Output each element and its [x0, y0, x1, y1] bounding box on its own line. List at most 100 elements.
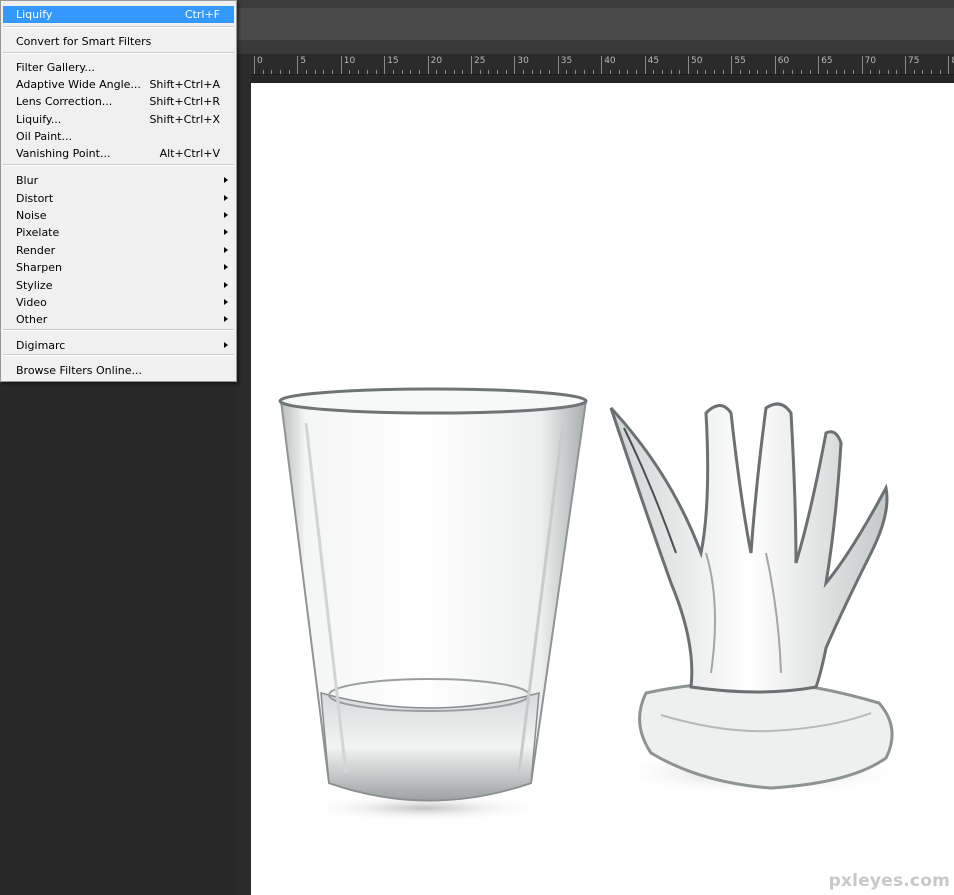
ruler-tick — [818, 56, 820, 74]
menu-separator — [3, 329, 234, 331]
menu-item-sharpen[interactable]: Sharpen — [3, 259, 234, 276]
ruler-tick — [505, 70, 507, 74]
ruler-tick — [913, 70, 915, 74]
menu-item-adaptive-wide-angle[interactable]: Adaptive Wide Angle... Shift+Ctrl+A — [3, 76, 234, 93]
menu-item-liquify[interactable]: Liquify Ctrl+F — [3, 6, 234, 23]
menu-item-blur[interactable]: Blur — [3, 172, 234, 189]
ruler-label: 55 — [734, 56, 746, 66]
ruler-tick — [896, 70, 898, 74]
ruler-tick — [731, 56, 733, 74]
document-canvas[interactable]: pxleyes.com — [251, 83, 954, 895]
ruler-tick — [306, 70, 308, 74]
menu-item-liquify[interactable]: Liquify... Shift+Ctrl+X — [3, 111, 234, 128]
ruler-tick — [288, 70, 290, 74]
ruler-tick — [340, 56, 342, 74]
ruler-tick — [418, 70, 420, 74]
options-bar — [236, 8, 954, 41]
ruler-tick — [271, 70, 273, 74]
menu-item-digimarc[interactable]: Digimarc — [3, 337, 234, 354]
menu-item-convert-for-smart-filters[interactable]: Convert for Smart Filters — [3, 33, 234, 50]
menu-item-label: Stylize — [16, 279, 53, 292]
ruler-label: 30 — [517, 56, 529, 66]
ruler-tick — [740, 70, 742, 74]
ruler-tick — [670, 70, 672, 74]
menu-item-label: Oil Paint... — [16, 130, 72, 143]
menu-item-render[interactable]: Render — [3, 242, 234, 259]
menu-separator — [3, 354, 234, 356]
ruler-tick — [297, 56, 299, 74]
menu-item-label: Video — [16, 296, 47, 309]
ruler-tick — [280, 70, 282, 74]
menu-item-label: Render — [16, 244, 56, 257]
canvas-gutter — [251, 75, 954, 83]
menu-item-label: Noise — [16, 209, 47, 222]
ruler-label: 45 — [647, 56, 660, 66]
ruler-tick — [792, 70, 794, 74]
menu-item-vanishing-point[interactable]: Vanishing Point... Alt+Ctrl+V — [3, 145, 234, 162]
menu-item-oil-paint[interactable]: Oil Paint... — [3, 128, 234, 145]
ruler-tick — [618, 70, 620, 74]
watermark-text: pxleyes.com — [828, 871, 950, 891]
menu-item-label: Blur — [16, 174, 39, 187]
document-tab-strip[interactable] — [236, 40, 954, 54]
horizontal-ruler[interactable]: 0510152025303540455055606570758 — [251, 54, 954, 75]
ruler-tick — [557, 56, 559, 74]
ruler-tick — [748, 70, 750, 74]
ruler-label: 70 — [864, 56, 877, 66]
ruler-tick — [714, 70, 716, 74]
ruler-label: 35 — [560, 56, 573, 66]
ruler-tick — [436, 70, 438, 74]
ruler-tick — [939, 70, 941, 74]
menu-item-other[interactable]: Other — [3, 311, 234, 328]
submenu-arrow-icon — [224, 342, 228, 348]
ruler-tick — [384, 56, 386, 74]
ruler-tick — [609, 70, 611, 74]
ruler-label: 5 — [300, 56, 307, 66]
ruler-tick — [627, 70, 629, 74]
ruler-tick — [601, 56, 603, 74]
menu-item-label: Convert for Smart Filters — [16, 35, 152, 48]
ruler-tick — [861, 56, 863, 74]
ruler-tick — [314, 70, 316, 74]
ruler-tick — [592, 70, 594, 74]
ruler-label: 65 — [821, 56, 833, 66]
menu-item-label: Other — [16, 313, 48, 326]
ruler-tick — [635, 70, 637, 74]
ruler-tick — [835, 70, 837, 74]
ruler-corner — [236, 54, 251, 74]
ruler-tick — [783, 70, 785, 74]
menu-item-shortcut: Shift+Ctrl+R — [149, 95, 220, 108]
ruler-tick — [349, 70, 351, 74]
submenu-arrow-icon — [224, 264, 228, 270]
ruler-tick — [332, 70, 334, 74]
ruler-tick — [358, 70, 360, 74]
shot-glass — [278, 387, 588, 822]
menu-item-shortcut: Ctrl+F — [184, 8, 220, 21]
menu-item-noise[interactable]: Noise — [3, 207, 234, 224]
ruler-tick — [852, 70, 854, 74]
ruler-tick — [870, 70, 872, 74]
menu-item-distort[interactable]: Distort — [3, 190, 234, 207]
ruler-tick — [566, 70, 568, 74]
menu-item-lens-correction[interactable]: Lens Correction... Shift+Ctrl+R — [3, 93, 234, 110]
ruler-tick — [679, 70, 681, 74]
menu-item-video[interactable]: Video — [3, 294, 234, 311]
ruler-tick — [653, 70, 655, 74]
menu-item-shortcut: Shift+Ctrl+A — [149, 78, 220, 91]
menu-item-shortcut: Shift+Ctrl+X — [149, 113, 220, 126]
ruler-tick — [523, 70, 525, 74]
menu-item-label: Vanishing Point... — [16, 147, 111, 160]
menu-item-stylize[interactable]: Stylize — [3, 277, 234, 294]
menu-item-filter-gallery[interactable]: Filter Gallery... — [3, 59, 234, 76]
ruler-tick — [705, 70, 707, 74]
ruler-tick — [497, 70, 499, 74]
ruler-tick — [471, 56, 472, 74]
filter-menu[interactable]: Liquify Ctrl+F Convert for Smart Filters Fi… — [0, 0, 237, 382]
ruler-label: 25 — [474, 56, 486, 66]
ruler-tick — [688, 56, 689, 74]
menu-item-shortcut: Alt+Ctrl+V — [159, 147, 220, 160]
ruler-tick — [948, 56, 950, 74]
menu-item-browse-filters-online[interactable]: Browse Filters Online... — [3, 362, 234, 379]
vertical-ruler[interactable] — [236, 74, 251, 895]
menu-item-pixelate[interactable]: Pixelate — [3, 224, 234, 241]
